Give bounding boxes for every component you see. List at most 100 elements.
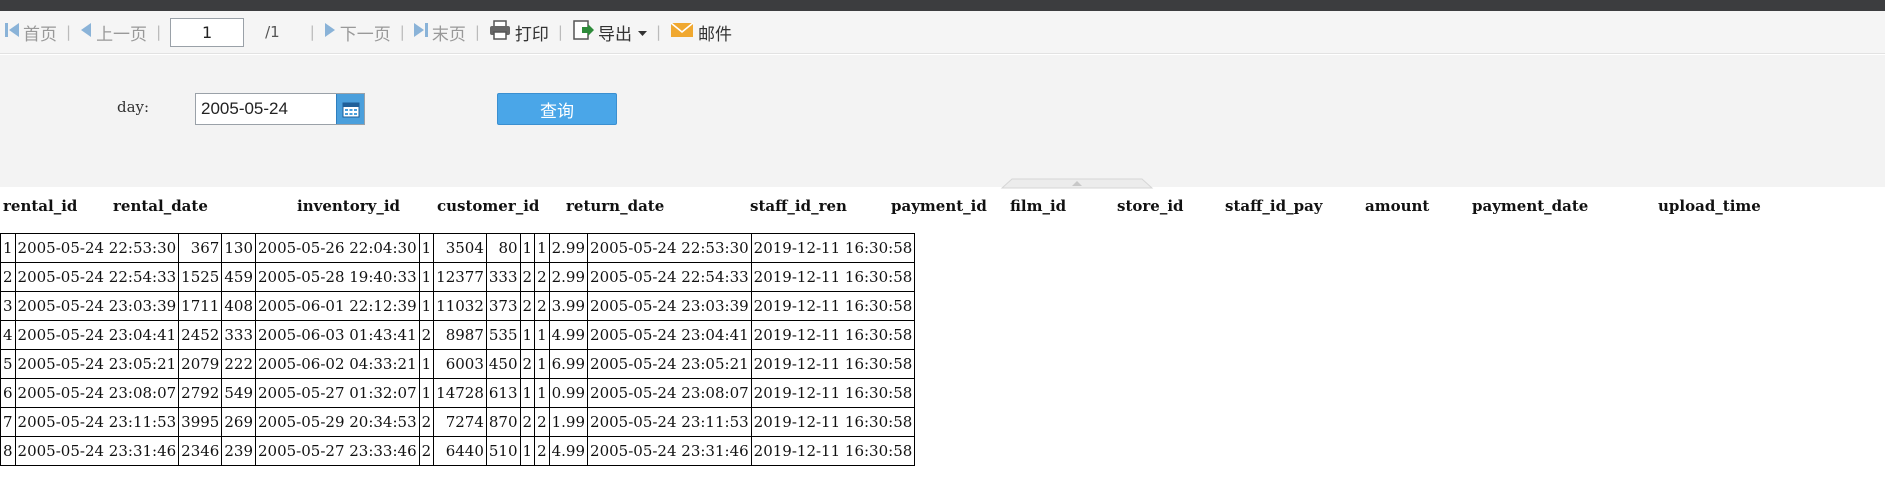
column-header-rental-date: rental_date — [113, 197, 208, 215]
column-header-staff-id-ren: staff_id_ren — [750, 197, 847, 215]
table-row: 2 2005-05-24 22:54:33 1525 459 2005-05-28 19… — [0, 262, 916, 292]
table-cell-rental-id: 8 — [0, 436, 16, 466]
table-cell-inventory-id: 367 — [178, 233, 223, 263]
last-page-label: 末页 — [431, 24, 466, 45]
first-page-button[interactable]: 首页 — [5, 11, 57, 54]
table-cell-store-id: 2 — [519, 262, 536, 292]
table-cell-return-date: 2005-05-29 20:34:53 — [255, 407, 420, 437]
mail-icon — [670, 21, 694, 44]
last-page-button[interactable]: 末页 — [413, 11, 466, 54]
table-cell-rental-date: 2005-05-24 22:53:30 — [14, 233, 180, 263]
table-cell-inventory-id: 1711 — [178, 291, 223, 321]
table-row: 7 2005-05-24 23:11:53 3995 269 2005-05-29 20… — [0, 407, 916, 437]
day-input[interactable]: 2005-05-24 — [196, 99, 336, 119]
table-cell-staff-id-pay: 1 — [534, 233, 550, 263]
table-cell-return-date: 2005-05-27 01:32:07 — [255, 378, 420, 408]
table-cell-payment-date: 2005-05-24 23:03:39 — [587, 291, 752, 321]
column-header-film-id: film_id — [1010, 197, 1067, 215]
column-header-return-date: return_date — [566, 197, 665, 215]
table-cell-upload-time: 2019-12-11 16:30:58 — [750, 407, 916, 437]
table-cell-rental-date: 2005-05-24 23:08:07 — [14, 378, 180, 408]
table-cell-payment-id: 6440 — [433, 436, 487, 466]
table-cell-customer-id: 222 — [221, 349, 256, 379]
table-cell-upload-time: 2019-12-11 16:30:58 — [750, 436, 916, 466]
toolbar-divider: | — [156, 23, 162, 41]
day-date-field[interactable]: 2005-05-24 — [195, 93, 365, 125]
table-cell-amount: 4.99 — [548, 320, 589, 350]
table-cell-customer-id: 549 — [221, 378, 256, 408]
table-cell-amount: 4.99 — [548, 436, 589, 466]
table-cell-return-date: 2005-05-27 23:33:46 — [255, 436, 420, 466]
calendar-icon[interactable] — [336, 94, 364, 124]
table-cell-inventory-id: 2452 — [178, 320, 223, 350]
table-cell-staff-id-pay: 2 — [534, 407, 550, 437]
window-top-bar — [0, 0, 1885, 11]
parameter-panel: day: 2005-05-24 查询 — [0, 55, 1885, 189]
column-header-amount: amount — [1365, 197, 1430, 215]
print-button[interactable]: 打印 — [489, 11, 549, 54]
table-cell-film-id: 613 — [485, 378, 521, 408]
toolbar-divider: | — [66, 23, 72, 41]
toolbar-divider: | — [474, 23, 480, 41]
prev-page-button[interactable]: 上一页 — [80, 11, 147, 54]
table-cell-rental-id: 3 — [0, 291, 16, 321]
table-cell-payment-id: 7274 — [433, 407, 487, 437]
column-header-payment-id: payment_id — [891, 197, 987, 215]
table-cell-store-id: 2 — [519, 349, 536, 379]
table-cell-amount: 6.99 — [548, 349, 589, 379]
table-cell-rental-date: 2005-05-24 23:03:39 — [14, 291, 180, 321]
table-cell-staff-id-pay: 1 — [534, 349, 550, 379]
mail-button[interactable]: 邮件 — [670, 11, 732, 54]
table-cell-staff-id-pay: 1 — [534, 378, 550, 408]
table-cell-amount: 2.99 — [548, 233, 589, 263]
table-row: 8 2005-05-24 23:31:46 2346 239 2005-05-27 23… — [0, 436, 916, 466]
next-page-button[interactable]: 下一页 — [324, 11, 391, 54]
table-cell-rental-id: 1 — [0, 233, 16, 263]
table-cell-staff-id-ren: 2 — [418, 436, 435, 466]
collapse-handle-icon[interactable] — [992, 175, 1162, 193]
table-cell-film-id: 80 — [485, 233, 521, 263]
column-header-staff-id-pay: staff_id_pay — [1225, 197, 1323, 215]
table-cell-upload-time: 2019-12-11 16:30:58 — [750, 233, 916, 263]
export-label: 导出 — [597, 24, 632, 45]
table-row: 3 2005-05-24 23:03:39 1711 408 2005-06-01 22… — [0, 291, 916, 321]
table-cell-staff-id-ren: 1 — [418, 378, 435, 408]
table-cell-upload-time: 2019-12-11 16:30:58 — [750, 378, 916, 408]
prev-page-label: 上一页 — [96, 24, 148, 45]
export-icon — [572, 19, 594, 46]
table-cell-film-id: 373 — [485, 291, 521, 321]
first-page-icon — [5, 22, 19, 43]
table-cell-film-id: 870 — [485, 407, 521, 437]
table-cell-payment-id: 14728 — [433, 378, 487, 408]
query-button[interactable]: 查询 — [497, 93, 617, 125]
column-header-store-id: store_id — [1117, 197, 1184, 215]
next-page-icon — [324, 22, 336, 43]
table-cell-rental-date: 2005-05-24 23:05:21 — [14, 349, 180, 379]
table-cell-return-date: 2005-05-28 19:40:33 — [255, 262, 420, 292]
print-label: 打印 — [514, 24, 549, 45]
table-cell-rental-id: 7 — [0, 407, 16, 437]
table-cell-payment-date: 2005-05-24 23:11:53 — [587, 407, 752, 437]
page-number-input[interactable] — [170, 17, 245, 47]
export-button[interactable]: 导出 — [572, 11, 647, 54]
dropdown-arrow-icon — [637, 22, 647, 42]
table-cell-rental-date: 2005-05-24 23:31:46 — [14, 436, 180, 466]
column-header-payment-date: payment_date — [1472, 197, 1589, 215]
toolbar-divider: | — [399, 23, 405, 41]
table-cell-inventory-id: 2792 — [178, 378, 223, 408]
table-cell-store-id: 2 — [519, 291, 536, 321]
toolbar-divider: | — [655, 23, 662, 41]
table-cell-rental-id: 6 — [0, 378, 16, 408]
toolbar-divider: | — [557, 23, 563, 41]
table-cell-amount: 2.99 — [548, 262, 589, 292]
column-header-customer-id: customer_id — [437, 197, 540, 215]
table-cell-upload-time: 2019-12-11 16:30:58 — [750, 262, 916, 292]
table-cell-film-id: 450 — [485, 349, 521, 379]
table-cell-staff-id-pay: 2 — [534, 291, 550, 321]
table-row: 1 2005-05-24 22:53:30 367 130 2005-05-26 22:… — [0, 233, 916, 263]
next-page-label: 下一页 — [339, 24, 391, 45]
table-cell-staff-id-pay: 2 — [534, 262, 550, 292]
table-cell-payment-date: 2005-05-24 23:08:07 — [587, 378, 752, 408]
table-cell-rental-id: 2 — [0, 262, 16, 292]
day-label: day: — [117, 98, 150, 116]
